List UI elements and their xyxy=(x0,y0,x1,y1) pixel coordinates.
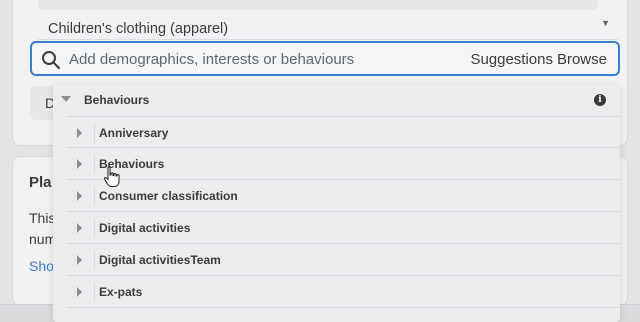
caret-down-icon[interactable] xyxy=(61,96,71,102)
list-item-label: Consumer classification xyxy=(99,189,238,203)
divider xyxy=(94,282,95,302)
caret-right-icon[interactable] xyxy=(77,159,82,169)
divider xyxy=(94,218,95,238)
list-item[interactable]: Digital activities xyxy=(67,212,620,244)
chevron-down-icon[interactable]: ▼ xyxy=(601,18,610,28)
caret-right-icon[interactable] xyxy=(77,191,82,201)
list-item-label: Ex-pats xyxy=(99,285,143,299)
selected-interest-field[interactable]: Children's clothing (apparel) ▼ xyxy=(38,14,618,40)
hand-cursor-icon xyxy=(103,166,120,187)
caret-right-icon[interactable] xyxy=(77,128,82,138)
list-item[interactable]: Digital activitiesTeam xyxy=(67,244,620,276)
cut-off-row xyxy=(38,0,598,10)
category-header-behaviours[interactable]: Behaviours i xyxy=(53,84,620,116)
list-item-label: Digital activities xyxy=(99,221,191,235)
caret-right-icon[interactable] xyxy=(77,255,82,265)
caret-right-icon[interactable] xyxy=(77,287,82,297)
list-item[interactable]: Behaviours xyxy=(67,148,620,180)
list-item[interactable]: Anniversary xyxy=(67,116,620,148)
divider xyxy=(94,250,95,270)
divider xyxy=(94,123,95,143)
info-icon[interactable]: i xyxy=(594,94,606,106)
divider xyxy=(94,186,95,206)
caret-right-icon[interactable] xyxy=(77,223,82,233)
divider xyxy=(94,154,95,174)
search-icon xyxy=(42,51,60,69)
category-list: Anniversary Behaviours Consumer classifi… xyxy=(67,116,620,308)
list-item-label: Digital activitiesTeam xyxy=(99,253,221,267)
section-title: Pla xyxy=(29,174,52,191)
selected-interest-text: Children's clothing (apparel) xyxy=(48,21,229,37)
list-item[interactable]: Ex-pats xyxy=(67,276,620,308)
section-text-line-1: This xyxy=(29,210,56,226)
list-item[interactable]: Consumer classification xyxy=(67,180,620,212)
category-title: Behaviours xyxy=(84,93,150,107)
browse-dropdown: Behaviours i Anniversary Behaviours Cons… xyxy=(53,84,620,322)
list-item-label: Anniversary xyxy=(99,126,169,140)
detailed-targeting-search[interactable]: Add demographics, interests or behaviour… xyxy=(30,41,620,76)
suggestions-button[interactable]: Suggestions xyxy=(470,51,553,68)
show-link[interactable]: Sho xyxy=(29,258,54,274)
browse-button[interactable]: Browse xyxy=(557,51,607,68)
search-input[interactable]: Add demographics, interests or behaviour… xyxy=(69,51,354,68)
